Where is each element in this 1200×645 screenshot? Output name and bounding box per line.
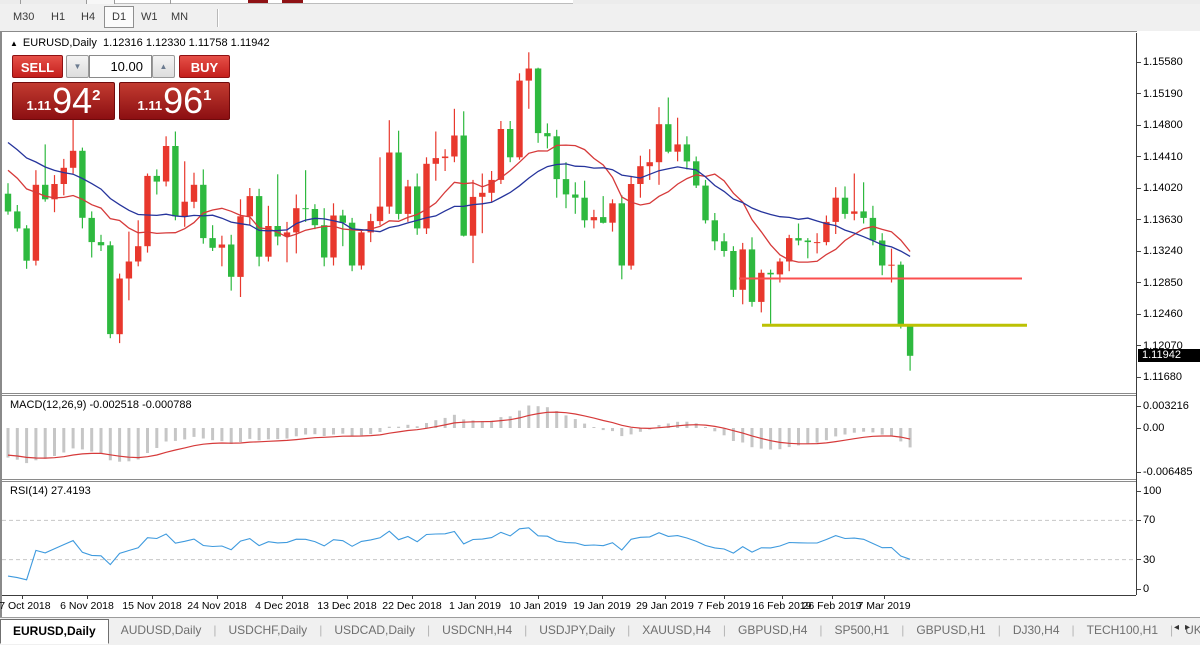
date-tick (782, 596, 783, 599)
date-axis-label: 4 Dec 2018 (255, 600, 309, 612)
date-axis-line (2, 595, 1136, 596)
rsi-axis-label: 70 (1137, 514, 1155, 526)
tab-scroll-arrows: ◂▸ (1174, 622, 1196, 633)
date-axis-label: 27 Oct 2018 (0, 600, 51, 612)
tab-scroll-right-icon[interactable]: ▸ (1185, 622, 1196, 633)
ask-pipette: 1 (203, 90, 211, 102)
date-tick (724, 596, 725, 599)
macd-axis-label: 0.003216 (1137, 400, 1189, 412)
panel-separator[interactable] (2, 393, 1198, 394)
date-tick (602, 596, 603, 599)
date-axis-label: 13 Dec 2018 (317, 600, 377, 612)
date-axis-label: 26 Feb 2019 (803, 600, 862, 612)
bid-big-digits: 94 (52, 86, 92, 116)
price-axis-label: 1.14800 (1137, 119, 1183, 131)
rsi-axis-label: 30 (1137, 554, 1155, 566)
price-axis-label: 1.12460 (1137, 308, 1183, 320)
bid-prefix: 1.11 (27, 96, 52, 116)
timeframe-toolbar: M30H1H4D1W1MN (0, 4, 1200, 32)
rsi-label: RSI(14) 27.4193 (10, 485, 91, 497)
date-axis-label: 15 Nov 2018 (122, 600, 182, 612)
date-axis-label: 6 Nov 2018 (60, 600, 114, 612)
price-axis-label: 1.14410 (1137, 151, 1183, 163)
tab-scroll-left-icon[interactable]: ◂ (1174, 622, 1185, 633)
date-axis-label: 19 Jan 2019 (573, 600, 631, 612)
price-axis-label: 1.14020 (1137, 182, 1183, 194)
date-axis-label: 7 Mar 2019 (857, 600, 910, 612)
timeframe-button-h4[interactable]: H4 (74, 7, 102, 27)
date-axis-label: 10 Jan 2019 (509, 600, 567, 612)
date-tick (412, 596, 413, 599)
volume-decrease-button[interactable]: ▼ (66, 55, 89, 78)
collapse-triangle-icon[interactable]: ▲ (10, 39, 18, 48)
date-axis-label: 24 Nov 2018 (187, 600, 247, 612)
clipped-red-button (248, 0, 268, 3)
chart-header: ▲ EURUSD,Daily 1.12316 1.12330 1.11758 1.… (10, 37, 270, 49)
date-tick (87, 596, 88, 599)
price-axis-label: 1.13240 (1137, 245, 1183, 257)
mt4-terminal: M30H1H4D1W1MN 1.15580 1.15190 1.14800 1.144… (0, 0, 1200, 645)
timeframe-button-mn[interactable]: MN (164, 7, 195, 27)
toolbar-separator (217, 9, 219, 27)
chart-ohlc-values: 1.12316 1.12330 1.11758 1.11942 (103, 37, 270, 49)
rsi-indicator-panel[interactable] (2, 482, 1136, 595)
chart-tab-tech100h1[interactable]: TECH100,H1 (1075, 620, 1170, 641)
chart-tab-usdcnhh4[interactable]: USDCNH,H4 (430, 620, 524, 641)
price-axis-label: 1.12850 (1137, 277, 1183, 289)
date-tick (538, 596, 539, 599)
chart-tab-audusddaily[interactable]: AUDUSD,Daily (109, 620, 214, 641)
buy-button[interactable]: BUY (179, 55, 230, 78)
timeframe-button-d1[interactable]: D1 (104, 6, 134, 28)
date-tick (884, 596, 885, 599)
ask-prefix: 1.11 (138, 96, 163, 116)
date-axis-label: 22 Dec 2018 (382, 600, 442, 612)
chart-tab-dj30h4[interactable]: DJ30,H4 (1001, 620, 1072, 641)
volume-input[interactable]: 10.00 (89, 55, 152, 78)
macd-axis-label: -0.006485 (1137, 466, 1193, 478)
price-axis-label: 1.11680 (1137, 371, 1182, 383)
date-axis-label: 29 Jan 2019 (636, 600, 694, 612)
date-tick (217, 596, 218, 599)
date-tick (282, 596, 283, 599)
volume-increase-button[interactable]: ▲ (152, 55, 175, 78)
chart-tab-usdcaddaily[interactable]: USDCAD,Daily (322, 620, 427, 641)
chart-tab-sp500h1[interactable]: SP500,H1 (823, 620, 902, 641)
timeframe-button-m30[interactable]: M30 (6, 7, 41, 27)
timeframe-button-h1[interactable]: H1 (44, 7, 72, 27)
chart-tab-usdjpydaily[interactable]: USDJPY,Daily (527, 620, 627, 641)
date-tick (832, 596, 833, 599)
bid-pipette: 2 (92, 90, 100, 102)
date-axis: 27 Oct 2018 6 Nov 2018 15 Nov 2018 24 Nov 2… (2, 595, 1136, 617)
date-tick (152, 596, 153, 599)
panel-separator[interactable] (2, 479, 1198, 480)
chart-tab-gbpusdh4[interactable]: GBPUSD,H4 (726, 620, 819, 641)
current-price-tag: 1.11942 (1138, 349, 1200, 362)
date-axis-label: 1 Jan 2019 (449, 600, 501, 612)
date-axis-label: 7 Feb 2019 (697, 600, 750, 612)
macd-axis-label: 0.00 (1137, 422, 1164, 434)
date-tick (347, 596, 348, 599)
clipped-red-button (282, 0, 303, 3)
price-axis: 1.15580 1.15190 1.14800 1.14410 1.14020 1.136… (1137, 31, 1200, 617)
price-axis-label: 1.15190 (1137, 88, 1183, 100)
chart-tab-bar: EURUSD,DailyAUDUSD,Daily|USDCHF,Daily|US… (0, 617, 1200, 645)
rsi-axis-label: 0 (1137, 583, 1149, 595)
rsi-axis-label: 100 (1137, 485, 1161, 497)
date-tick (475, 596, 476, 599)
timeframe-button-w1[interactable]: W1 (134, 7, 165, 27)
chart-symbol-label: EURUSD,Daily (23, 37, 97, 49)
macd-label: MACD(12,26,9) -0.002518 -0.000788 (10, 399, 192, 411)
chart-tab-gbpusdh1[interactable]: GBPUSD,H1 (904, 620, 997, 641)
price-axis-label: 1.13630 (1137, 214, 1183, 226)
price-axis-label: 1.15580 (1137, 56, 1183, 68)
chart-tab-usdchfdaily[interactable]: USDCHF,Daily (217, 620, 320, 641)
date-tick (22, 596, 23, 599)
ask-big-digits: 96 (163, 86, 203, 116)
chart-tab-eurusddaily[interactable]: EURUSD,Daily (0, 619, 109, 644)
bid-price-button[interactable]: 1.11 94 2 (12, 82, 115, 120)
date-tick (665, 596, 666, 599)
sell-button[interactable]: SELL (12, 55, 63, 78)
chart-tab-xauusdh4[interactable]: XAUUSD,H4 (630, 620, 723, 641)
ask-price-button[interactable]: 1.11 96 1 (119, 82, 230, 120)
